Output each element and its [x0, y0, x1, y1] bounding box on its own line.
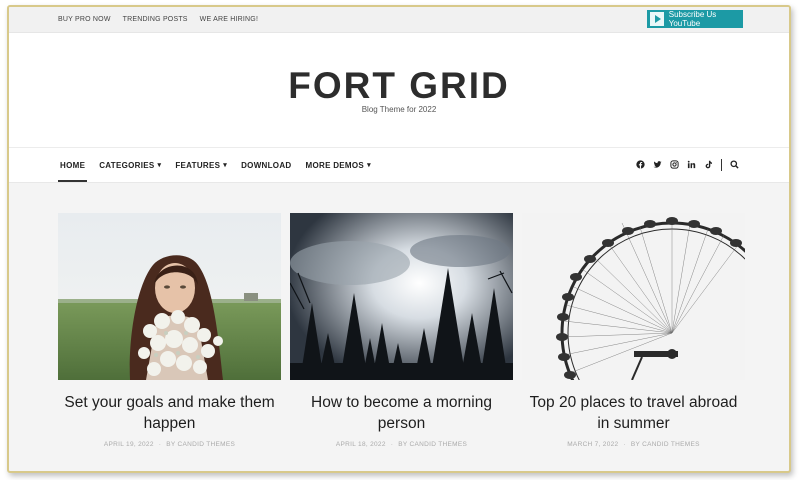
post-author[interactable]: BY CANDID THEMES	[166, 441, 235, 448]
post-title[interactable]: How to become a morning person	[290, 392, 513, 434]
post-grid: Set your goals and make them happen APRI…	[58, 213, 745, 448]
nav-item-label: MORE DEMOS	[305, 160, 365, 170]
top-links: BUY PRO NOW TRENDING POSTS WE ARE HIRING…	[58, 16, 258, 23]
meta-separator: ·	[390, 441, 394, 448]
top-link-hiring[interactable]: WE ARE HIRING!	[200, 16, 258, 23]
chevron-down-icon: ▾	[223, 162, 228, 169]
nav-item-download[interactable]: DOWNLOAD	[241, 148, 291, 182]
post-meta: MARCH 7, 2022 · BY CANDID THEMES	[522, 441, 745, 448]
post-thumbnail-ferris-wheel[interactable]	[522, 213, 745, 380]
post-meta: APRIL 19, 2022 · BY CANDID THEMES	[58, 441, 281, 448]
post-date[interactable]: APRIL 18, 2022	[336, 441, 386, 448]
post-title[interactable]: Set your goals and make them happen	[58, 392, 281, 434]
post-thumbnail-woman-flowers[interactable]	[58, 213, 281, 380]
chevron-down-icon: ▾	[157, 162, 162, 169]
post-date[interactable]: MARCH 7, 2022	[567, 441, 618, 448]
nav-divider	[721, 159, 722, 171]
nav-menu: HOME CATEGORIES ▾ FEATURES ▾ DOWNLOAD MORE…	[57, 148, 371, 182]
site-title[interactable]: FORT GRID	[9, 65, 789, 107]
browser-frame: BUY PRO NOW TRENDING POSTS WE ARE HIRING…	[7, 5, 791, 473]
search-icon[interactable]	[730, 159, 739, 171]
post-author[interactable]: BY CANDID THEMES	[398, 441, 467, 448]
facebook-icon[interactable]	[636, 159, 645, 171]
meta-separator: ·	[158, 441, 162, 448]
tiktok-icon[interactable]	[704, 160, 713, 171]
post-author[interactable]: BY CANDID THEMES	[631, 441, 700, 448]
chevron-down-icon: ▾	[367, 162, 371, 169]
post-card: Set your goals and make them happen APRI…	[58, 213, 281, 448]
post-card: Top 20 places to travel abroad in summer…	[522, 213, 745, 448]
top-bar: BUY PRO NOW TRENDING POSTS WE ARE HIRING…	[9, 7, 789, 33]
youtube-play-icon	[650, 12, 664, 26]
nav-item-home[interactable]: HOME	[57, 148, 88, 182]
post-meta: APRIL 18, 2022 · BY CANDID THEMES	[290, 441, 513, 448]
nav-item-label: HOME	[60, 160, 86, 170]
nav-item-label: FEATURES	[175, 160, 221, 170]
post-date[interactable]: APRIL 19, 2022	[104, 441, 154, 448]
top-link-trending[interactable]: TRENDING POSTS	[123, 16, 188, 23]
instagram-icon[interactable]	[670, 159, 679, 171]
linkedin-icon[interactable]	[687, 160, 696, 171]
nav-item-categories[interactable]: CATEGORIES ▾	[99, 148, 161, 182]
subscribe-youtube-label: Subscribe Us YouTube	[668, 10, 717, 28]
twitter-icon[interactable]	[653, 160, 662, 171]
site-header: FORT GRID Blog Theme for 2022	[9, 33, 789, 147]
nav-item-features[interactable]: FEATURES ▾	[175, 148, 227, 182]
post-thumbnail-misty-forest[interactable]	[290, 213, 513, 380]
post-title[interactable]: Top 20 places to travel abroad in summer	[522, 392, 745, 434]
meta-separator: ·	[623, 441, 626, 448]
post-card: How to become a morning person APRIL 18,…	[290, 213, 513, 448]
main-nav: HOME CATEGORIES ▾ FEATURES ▾ DOWNLOAD MORE…	[9, 147, 789, 183]
site-tagline: Blog Theme for 2022	[361, 105, 437, 114]
social-links	[636, 148, 739, 182]
nav-item-more-demos[interactable]: MORE DEMOS ▾	[306, 148, 371, 182]
nav-item-label: DOWNLOAD	[241, 160, 292, 170]
subscribe-youtube-button[interactable]: Subscribe Us YouTube	[647, 10, 743, 28]
top-link-buy-pro[interactable]: BUY PRO NOW	[58, 16, 111, 23]
nav-item-label: CATEGORIES	[99, 160, 155, 170]
